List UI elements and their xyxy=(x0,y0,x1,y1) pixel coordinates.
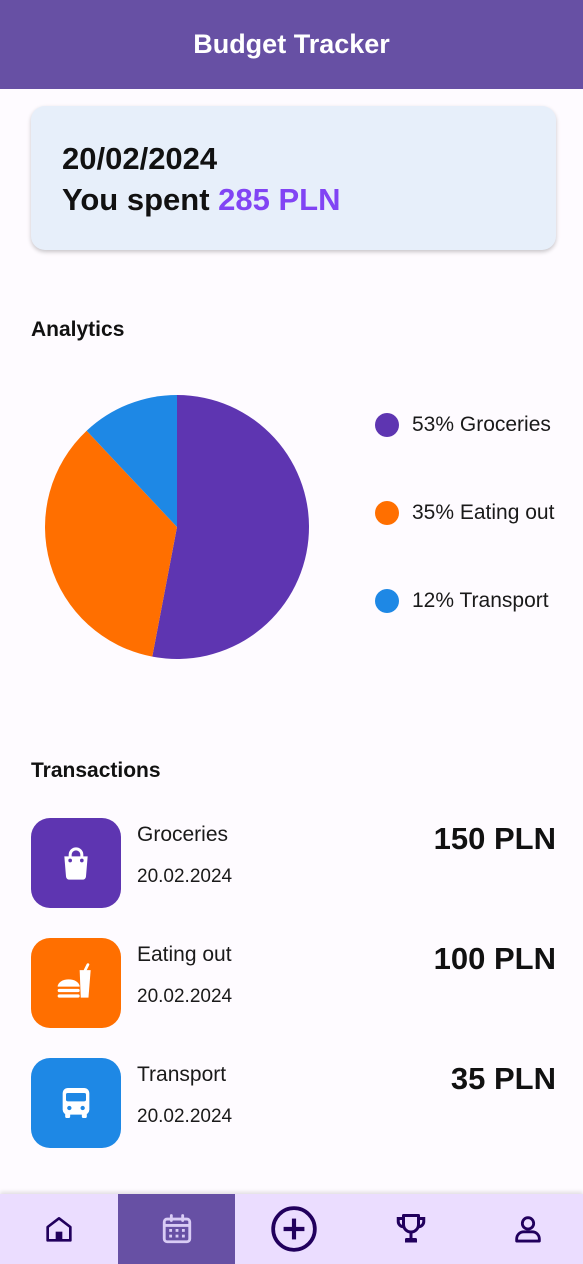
txn-date-groceries: 20.02.2024 xyxy=(137,866,233,887)
transport-icon-tile xyxy=(31,1058,121,1148)
summary-card: 20/02/2024 You spent 285 PLN xyxy=(31,106,556,250)
eating-out-icon-tile xyxy=(31,938,121,1028)
txn-amount-groceries: 150 PLN xyxy=(433,821,556,856)
txn-amount-eating-out: 100 PLN xyxy=(433,941,556,976)
add-circle-icon xyxy=(270,1206,317,1252)
analytics-title: Analytics xyxy=(31,318,125,341)
transactions-title: Transactions xyxy=(31,759,161,782)
legend-dot-groceries xyxy=(375,413,399,437)
nav-calendar[interactable] xyxy=(118,1194,235,1264)
nav-add[interactable] xyxy=(235,1194,352,1264)
trophy-icon xyxy=(396,1214,425,1243)
summary-date: 20/02/2024 xyxy=(62,141,218,176)
pie-chart xyxy=(44,395,309,659)
app-bar: Budget Tracker xyxy=(0,0,583,89)
app-title: Budget Tracker xyxy=(193,29,390,59)
groceries-icon-tile xyxy=(31,818,121,908)
legend-item-eating-out: 35% Eating out xyxy=(375,498,554,528)
nav-profile[interactable] xyxy=(469,1194,583,1264)
nav-home[interactable] xyxy=(0,1194,117,1264)
txn-amount-transport: 35 PLN xyxy=(450,1061,556,1096)
profile-icon xyxy=(514,1216,541,1243)
legend-label-eating-out: 35% Eating out xyxy=(412,501,555,524)
legend-dot-transport xyxy=(375,589,399,613)
bus-icon xyxy=(62,1088,90,1118)
bottom-nav xyxy=(0,1194,583,1264)
legend-item-transport: 12% Transport xyxy=(375,586,549,616)
txn-name-eating-out: Eating out xyxy=(137,943,232,966)
legend-item-groceries: 53% Groceries xyxy=(375,410,551,440)
legend-label-transport: 12% Transport xyxy=(412,589,549,612)
legend-dot-eating-out xyxy=(375,501,399,525)
calendar-icon xyxy=(162,1214,191,1244)
legend-label-groceries: 53% Groceries xyxy=(412,413,551,436)
home-icon xyxy=(45,1217,72,1242)
txn-date-eating-out: 20.02.2024 xyxy=(137,986,233,1007)
nav-trophy[interactable] xyxy=(352,1194,469,1264)
shopping-bag-icon xyxy=(64,847,88,880)
txn-name-transport: Transport xyxy=(137,1063,227,1086)
txn-name-groceries: Groceries xyxy=(137,823,229,846)
txn-date-transport: 20.02.2024 xyxy=(137,1106,233,1127)
fast-food-icon xyxy=(57,963,91,998)
spent-prefix: You spent xyxy=(62,182,219,217)
spent-amount: 285 PLN xyxy=(218,182,341,217)
summary-spent: You spent 285 PLN xyxy=(62,182,341,218)
